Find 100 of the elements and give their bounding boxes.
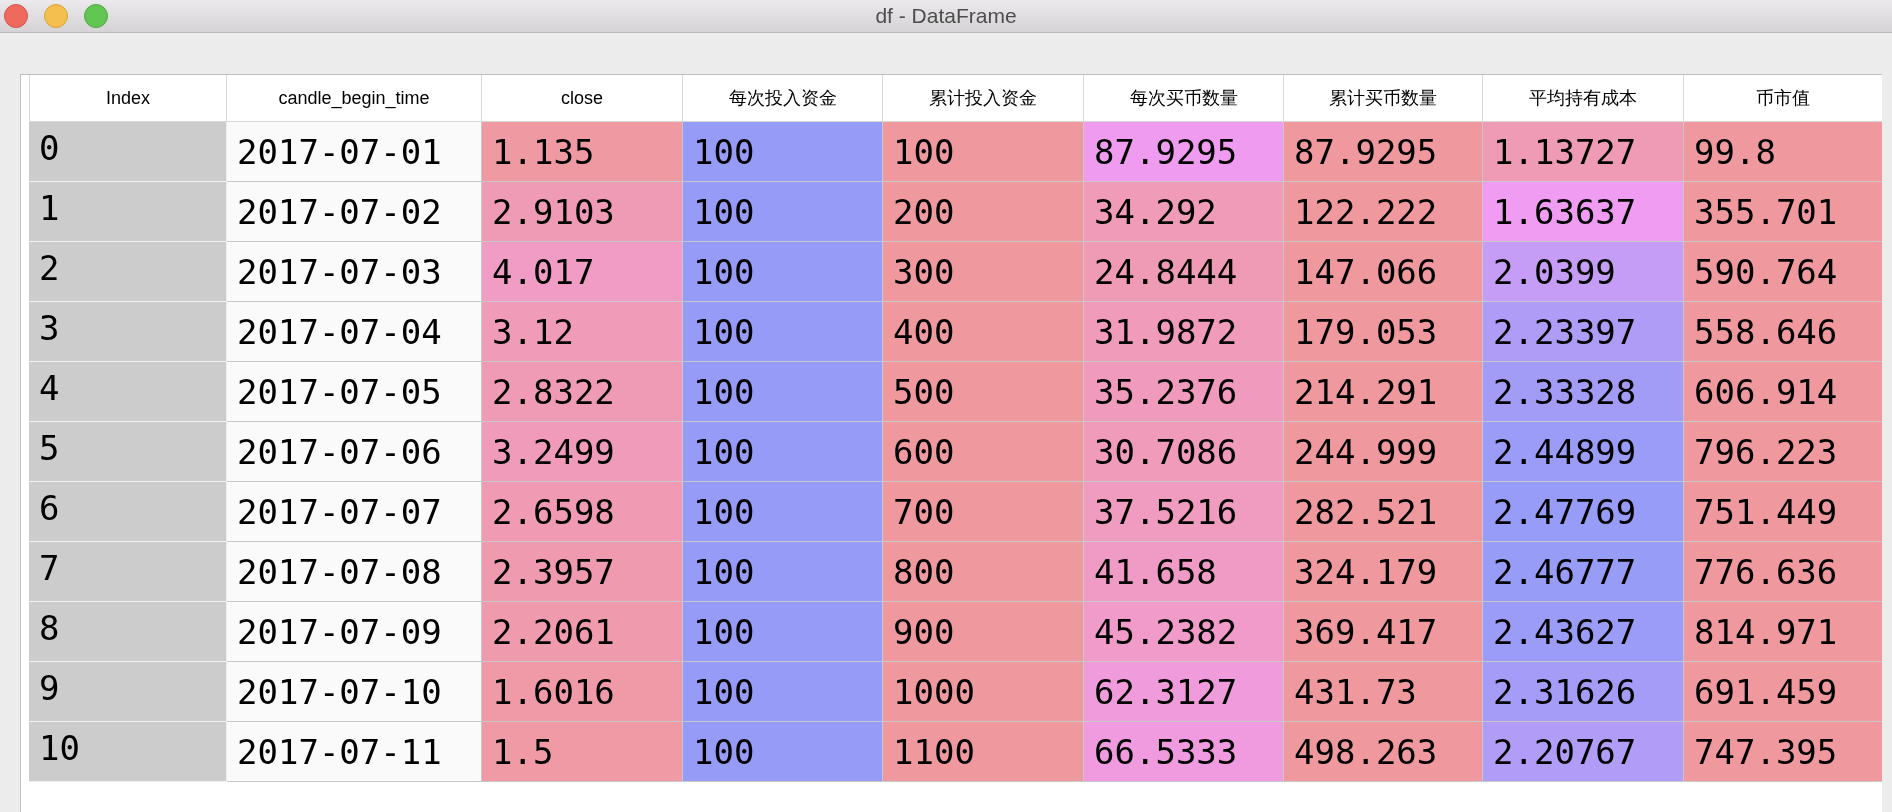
table-cell: 66.5333 (1084, 722, 1284, 782)
table-cell: 2.46777 (1483, 542, 1684, 602)
table-cell: 2.8322 (482, 362, 683, 422)
table-cell: 100 (683, 482, 883, 542)
table-cell: 2017-07-10 (227, 662, 482, 722)
table-cell: 100 (683, 302, 883, 362)
row-index: 9 (29, 662, 227, 722)
table-cell: 2017-07-08 (227, 542, 482, 602)
table-cell: 100 (683, 542, 883, 602)
table-cell: 45.2382 (1084, 602, 1284, 662)
table-cell: 814.971 (1684, 602, 1882, 662)
row-index: 8 (29, 602, 227, 662)
table-cell: 2.6598 (482, 482, 683, 542)
row-index: 5 (29, 422, 227, 482)
table-cell: 2017-07-03 (227, 242, 482, 302)
table-cell: 600 (883, 422, 1084, 482)
table-cell: 431.73 (1284, 662, 1483, 722)
table-cell: 100 (683, 242, 883, 302)
table-cell: 200 (883, 182, 1084, 242)
row-index: 3 (29, 302, 227, 362)
table-cell: 355.701 (1684, 182, 1882, 242)
table-cell: 2017-07-11 (227, 722, 482, 782)
table-cell: 1.13727 (1483, 122, 1684, 182)
table-cell: 34.292 (1084, 182, 1284, 242)
maximize-button[interactable] (84, 4, 108, 28)
table-cell: 2.33328 (1483, 362, 1684, 422)
row-index: 2 (29, 242, 227, 302)
table-cell: 41.658 (1084, 542, 1284, 602)
table-cell: 30.7086 (1084, 422, 1284, 482)
table-cell: 747.395 (1684, 722, 1882, 782)
table-cell: 606.914 (1684, 362, 1882, 422)
close-button[interactable] (4, 4, 28, 28)
table-cell: 369.417 (1284, 602, 1483, 662)
table-cell: 2.0399 (1483, 242, 1684, 302)
table-cell: 99.8 (1684, 122, 1882, 182)
table-cell: 24.8444 (1084, 242, 1284, 302)
table-cell: 100 (683, 362, 883, 422)
table-cell: 300 (883, 242, 1084, 302)
table-cell: 2017-07-09 (227, 602, 482, 662)
table-cell: 2.43627 (1483, 602, 1684, 662)
table-cell: 122.222 (1284, 182, 1483, 242)
table-cell: 4.017 (482, 242, 683, 302)
table-cell: 2.44899 (1483, 422, 1684, 482)
table-cell: 796.223 (1684, 422, 1882, 482)
table-cell: 147.066 (1284, 242, 1483, 302)
table-cell: 500 (883, 362, 1084, 422)
row-index: 0 (29, 122, 227, 182)
table-cell: 2.31626 (1483, 662, 1684, 722)
table-cell: 100 (683, 182, 883, 242)
table-cell: 590.764 (1684, 242, 1882, 302)
table-cell: 100 (883, 122, 1084, 182)
table-cell: 87.9295 (1284, 122, 1483, 182)
table-cell: 2017-07-06 (227, 422, 482, 482)
table-cell: 100 (683, 662, 883, 722)
table-cell: 2.20767 (1483, 722, 1684, 782)
row-index: 10 (29, 722, 227, 782)
table-cell: 1.5 (482, 722, 683, 782)
table-cell: 2.9103 (482, 182, 683, 242)
row-index: 4 (29, 362, 227, 422)
table-cell: 100 (683, 122, 883, 182)
table-cell: 244.999 (1284, 422, 1483, 482)
table-cell: 214.291 (1284, 362, 1483, 422)
table-cell: 400 (883, 302, 1084, 362)
table-cell: 62.3127 (1084, 662, 1284, 722)
table-cell: 31.9872 (1084, 302, 1284, 362)
table-cell: 2017-07-04 (227, 302, 482, 362)
table-cell: 1100 (883, 722, 1084, 782)
table-cell: 691.459 (1684, 662, 1882, 722)
table-cell: 2017-07-02 (227, 182, 482, 242)
table-cell: 1000 (883, 662, 1084, 722)
table-cell: 498.263 (1284, 722, 1483, 782)
table-cell: 37.5216 (1084, 482, 1284, 542)
table-cell: 2.47769 (1483, 482, 1684, 542)
table-cell: 751.449 (1684, 482, 1882, 542)
table-cell: 35.2376 (1084, 362, 1284, 422)
table-cell: 3.2499 (482, 422, 683, 482)
table-cell: 776.636 (1684, 542, 1882, 602)
table-cell: 324.179 (1284, 542, 1483, 602)
table-cell: 100 (683, 722, 883, 782)
table-cell: 700 (883, 482, 1084, 542)
table-cell: 3.12 (482, 302, 683, 362)
table-cell: 2017-07-01 (227, 122, 482, 182)
table-cell: 2017-07-05 (227, 362, 482, 422)
table-cell: 179.053 (1284, 302, 1483, 362)
table-cell: 87.9295 (1084, 122, 1284, 182)
table-cell: 1.135 (482, 122, 683, 182)
table-cell: 100 (683, 602, 883, 662)
table-cell: 2017-07-07 (227, 482, 482, 542)
table-cell: 100 (683, 422, 883, 482)
table-cell: 800 (883, 542, 1084, 602)
row-index: 1 (29, 182, 227, 242)
table-cell: 1.63637 (1483, 182, 1684, 242)
window-title: df - DataFrame (875, 3, 1017, 30)
table-cell: 2.2061 (482, 602, 683, 662)
table-cell: 1.6016 (482, 662, 683, 722)
table-cell: 558.646 (1684, 302, 1882, 362)
row-index: 7 (29, 542, 227, 602)
table-cell: 2.3957 (482, 542, 683, 602)
table-cell: 282.521 (1284, 482, 1483, 542)
minimize-button[interactable] (44, 4, 68, 28)
